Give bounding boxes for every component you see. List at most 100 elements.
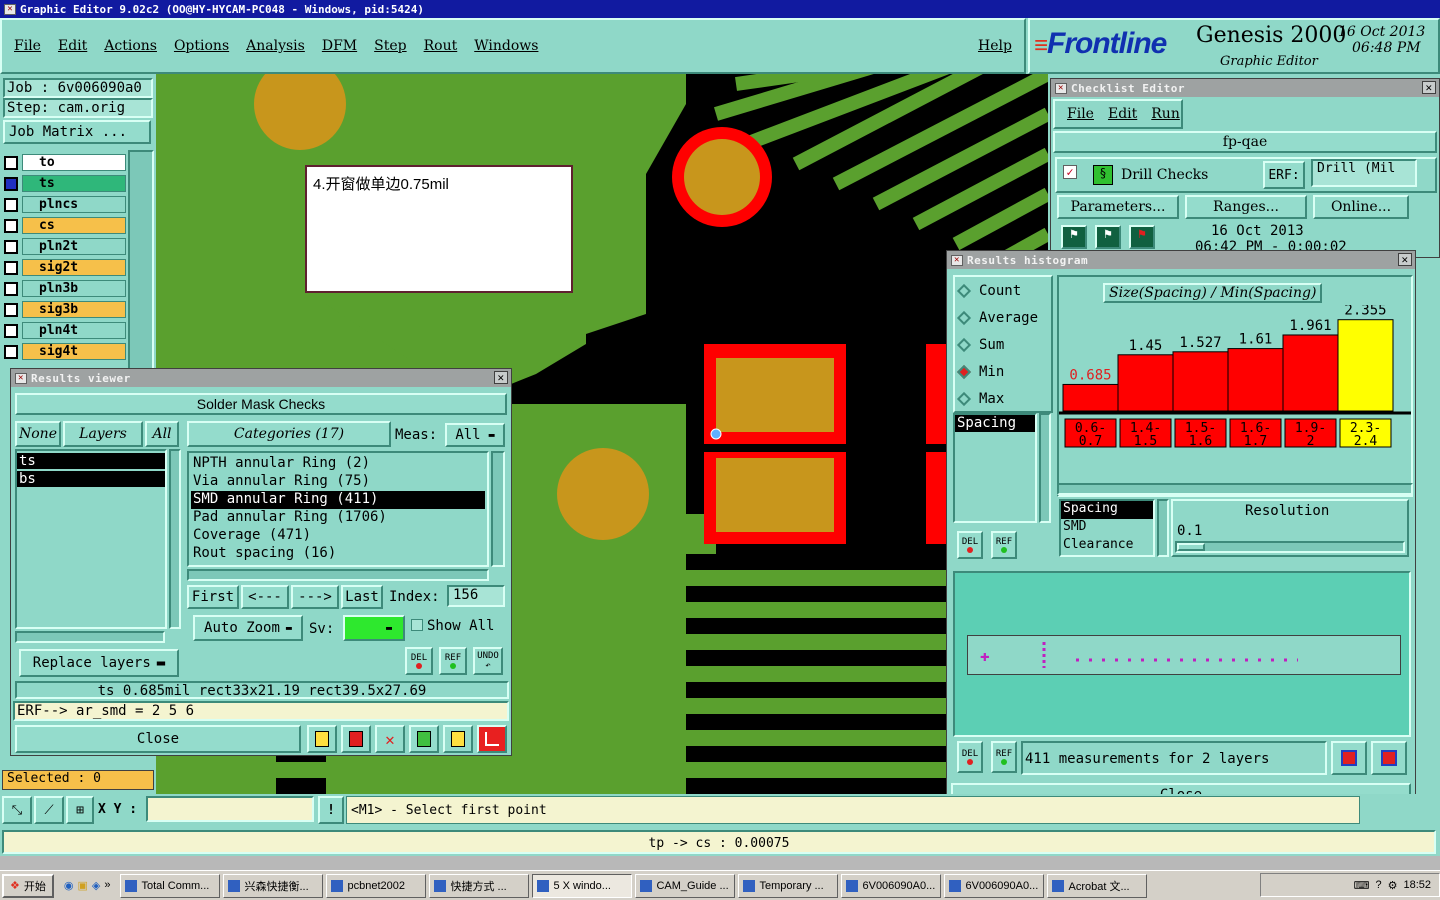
menu-rout[interactable]: Rout [424, 38, 458, 54]
checklist-button-2[interactable]: Online... [1313, 195, 1409, 219]
fit-window-icon[interactable] [1371, 741, 1407, 775]
menu-analysis[interactable]: Analysis [246, 38, 305, 54]
slider-handle[interactable] [1177, 543, 1205, 551]
sub-list-scrollbar[interactable] [1157, 499, 1169, 557]
sub-item[interactable]: Spacing [1061, 501, 1153, 519]
grid-icon[interactable]: ⊞ [66, 796, 94, 824]
result-layer-item[interactable]: bs [17, 471, 165, 487]
menu-options[interactable]: Options [174, 38, 229, 54]
replace-layers-button[interactable]: Replace layers ▬ [19, 649, 179, 677]
layer-row-sig3b[interactable]: sig3b [4, 299, 126, 320]
category-list[interactable]: NPTH annular Ring (2) Via annular Ring (7… [187, 451, 489, 567]
menu-edit[interactable]: Edit [58, 38, 87, 54]
folder-icon[interactable]: ▣ [77, 879, 87, 892]
list-icon[interactable] [443, 725, 473, 753]
layer-row-pln4t[interactable]: pln4t [4, 320, 126, 341]
layer-checkbox[interactable] [4, 260, 18, 275]
taskbar-item[interactable]: 5 X windo... [532, 873, 633, 898]
layer-scrollbar[interactable] [128, 150, 154, 370]
taskbar-item[interactable]: Temporary ... [738, 873, 839, 898]
layer-name[interactable]: pln4t [22, 322, 126, 339]
category-item[interactable]: NPTH annular Ring (2) [191, 455, 485, 473]
option-sum[interactable]: Sum [955, 331, 1051, 358]
layer-result-list[interactable]: ts bs [15, 449, 167, 629]
option-average[interactable]: Average [955, 304, 1051, 331]
layer-row-sig2t[interactable]: sig2t [4, 257, 126, 278]
category-item[interactable]: SMD annular Ring (411) [191, 491, 485, 509]
check-toggle-icon[interactable]: ✓ [1063, 165, 1077, 179]
layer-row-pln2t[interactable]: pln2t [4, 236, 126, 257]
layer-row-to[interactable]: to [4, 152, 126, 173]
meas-select[interactable]: All ▬ [445, 423, 505, 447]
checklist-button-0[interactable]: Parameters... [1057, 195, 1179, 219]
help-icon[interactable]: ? [1375, 879, 1381, 891]
run-all-icon[interactable]: ⚑ [1095, 225, 1121, 249]
layer-checkbox[interactable] [4, 281, 18, 296]
zoom-fit-icon[interactable]: ⤡ [2, 796, 32, 824]
layer-checkbox[interactable] [4, 344, 18, 359]
report-icon[interactable] [409, 725, 439, 753]
menu-actions[interactable]: Actions [104, 38, 157, 54]
erf-value[interactable]: Drill (Mil [1311, 159, 1417, 187]
stop-icon[interactable]: ⚑ [1129, 225, 1155, 249]
taskbar-item[interactable]: 兴森快捷衡... [223, 873, 324, 898]
category-hscroll[interactable] [187, 569, 489, 581]
type-list-scrollbar[interactable] [1039, 413, 1051, 523]
hist-del-button[interactable]: DEL [957, 531, 983, 559]
dist-ref-button[interactable]: REF [991, 741, 1017, 773]
undo-button[interactable]: UNDO ↶ [473, 647, 503, 675]
resolution-slider[interactable] [1175, 541, 1405, 553]
prev-button[interactable]: <--- [241, 585, 289, 609]
input-method-icon[interactable]: ⚙ [1388, 879, 1398, 892]
layer-name[interactable]: sig2t [22, 259, 126, 276]
taskbar-item[interactable]: pcbnet2002 [326, 873, 427, 898]
taskbar-item[interactable]: 6V006090A0... [841, 873, 942, 898]
last-button[interactable]: Last [341, 585, 383, 609]
type-list[interactable]: Spacing [953, 413, 1037, 523]
all-layers-button[interactable]: All [145, 421, 179, 447]
radio-icon[interactable] [956, 283, 972, 298]
layer-name[interactable]: ts [22, 175, 126, 192]
histogram-bar[interactable] [1227, 348, 1284, 412]
show-all-checkbox[interactable] [411, 619, 423, 631]
layer-checkbox[interactable] [4, 155, 18, 170]
histogram-bar[interactable] [1282, 334, 1339, 412]
radio-icon[interactable] [956, 337, 972, 352]
measure-tool-icon[interactable]: ⟋ [34, 796, 64, 824]
measure-icon[interactable] [307, 725, 337, 753]
menu-dfm[interactable]: DFM [322, 38, 357, 54]
layer-row-ts[interactable]: ts [4, 173, 126, 194]
radio-icon[interactable] [956, 364, 972, 379]
delete-result-icon[interactable]: ✕ [375, 725, 405, 753]
layer-name[interactable]: sig3b [22, 301, 126, 318]
ie-icon[interactable]: ◈ [92, 879, 100, 892]
ref-button[interactable]: REF [439, 647, 467, 675]
layer-row-cs[interactable]: cs [4, 215, 126, 236]
more-icon[interactable]: » [104, 879, 110, 892]
xy-input[interactable] [146, 796, 314, 822]
histogram-icon[interactable] [477, 725, 507, 753]
layer-name[interactable]: plncs [22, 196, 126, 213]
layer-list-hscroll[interactable] [15, 631, 165, 643]
menu-file[interactable]: File [14, 38, 41, 54]
checklist-menu-run[interactable]: Run [1151, 106, 1180, 122]
first-button[interactable]: First [187, 585, 239, 609]
sub-item[interactable]: SMD [1061, 519, 1153, 537]
layer-row-sig4t[interactable]: sig4t [4, 341, 126, 362]
taskbar-item[interactable]: 快捷方式 ... [429, 873, 530, 898]
checklist-button-1[interactable]: Ranges... [1185, 195, 1307, 219]
histogram-hscroll[interactable] [1057, 483, 1413, 495]
taskbar-item[interactable]: Total Comm... [120, 873, 221, 898]
checklist-menu-edit[interactable]: Edit [1108, 106, 1137, 122]
auto-zoom-select[interactable]: Auto Zoom ▬ [193, 615, 303, 641]
layer-name[interactable]: to [22, 154, 126, 171]
run-icon[interactable]: ⚑ [1061, 225, 1087, 249]
layer-checkbox[interactable] [4, 323, 18, 338]
histogram-bar[interactable] [1172, 351, 1229, 412]
close-icon[interactable]: ✕ [1422, 81, 1436, 94]
close-icon[interactable]: ✕ [1398, 253, 1412, 266]
radio-icon[interactable] [956, 310, 972, 325]
option-max[interactable]: Max [955, 385, 1051, 412]
info-icon[interactable]: ! [318, 796, 344, 824]
sub-item[interactable]: Clearance [1061, 537, 1153, 555]
